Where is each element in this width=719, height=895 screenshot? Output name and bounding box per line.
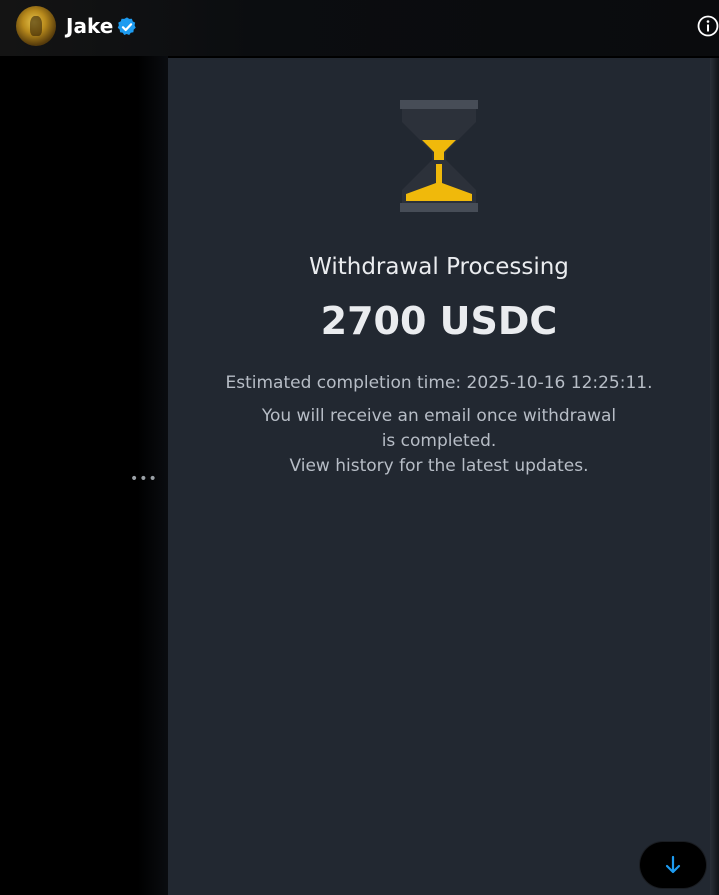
- profile-header: Jake: [0, 0, 719, 56]
- arrow-down-icon: [665, 855, 681, 874]
- more-options-button[interactable]: •••: [130, 472, 157, 486]
- avatar[interactable]: [16, 6, 56, 46]
- hourglass-icon: [400, 100, 478, 212]
- status-message-line: is completed.: [381, 431, 497, 451]
- status-message: You will receive an email once withdrawa…: [168, 404, 710, 479]
- scroll-down-button[interactable]: [640, 842, 706, 888]
- estimated-completion-text: Estimated completion time: 2025-10-16 12…: [225, 373, 653, 393]
- screen: Jake ••• Withdrawal Processing 2700 USDC…: [0, 0, 719, 895]
- info-icon[interactable]: [696, 14, 719, 38]
- username[interactable]: Jake: [66, 14, 113, 38]
- status-message-line: You will receive an email once withdrawa…: [261, 406, 617, 426]
- verified-badge-icon: [117, 17, 136, 35]
- media-right-edge: [710, 58, 719, 895]
- withdrawal-amount: 2700 USDC: [320, 299, 558, 343]
- status-message-line: View history for the latest updates.: [289, 456, 589, 476]
- withdrawal-status-screenshot: Withdrawal Processing 2700 USDC Estimate…: [168, 58, 710, 895]
- status-title: Withdrawal Processing: [309, 254, 569, 280]
